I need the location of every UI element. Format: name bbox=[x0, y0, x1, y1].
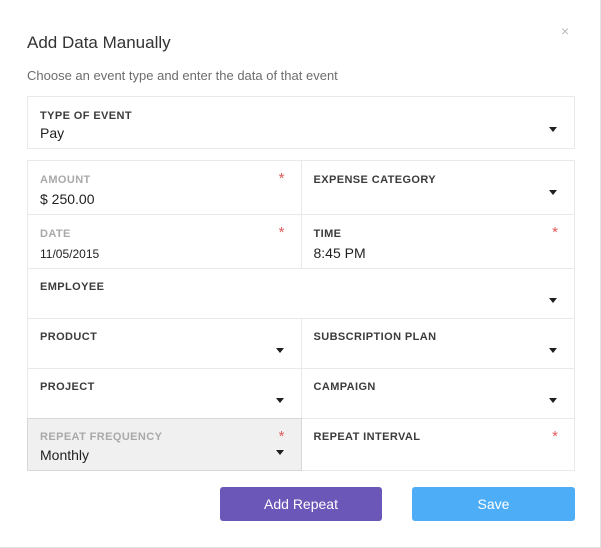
chevron-down-icon bbox=[275, 348, 284, 353]
required-marker: * bbox=[278, 224, 285, 241]
save-button[interactable]: Save bbox=[412, 487, 575, 521]
required-marker: * bbox=[278, 170, 285, 187]
expense-category-label: EXPENSE CATEGORY bbox=[313, 174, 437, 186]
repeat-frequency-value: Monthly bbox=[40, 447, 90, 463]
modal-subtitle: Choose an event type and enter the data … bbox=[27, 68, 338, 83]
chevron-down-icon bbox=[549, 190, 557, 195]
product-label: PRODUCT bbox=[40, 331, 98, 343]
row-employee: EMPLOYEE bbox=[27, 268, 575, 319]
row-project-campaign: PROJECT CAMPAIGN bbox=[27, 368, 575, 419]
type-of-event-value: Pay bbox=[40, 125, 65, 141]
required-marker: * bbox=[552, 428, 558, 445]
time-value: 8:45 PM bbox=[313, 245, 366, 261]
chevron-down-icon bbox=[275, 450, 284, 455]
type-of-event-select[interactable]: TYPE OF EVENT Pay bbox=[27, 96, 575, 149]
subscription-plan-label: SUBSCRIPTION PLAN bbox=[313, 331, 437, 343]
required-marker: * bbox=[552, 224, 558, 241]
add-data-modal: × Add Data Manually Choose an event type… bbox=[0, 0, 601, 548]
repeat-frequency-label: REPEAT FREQUENCY bbox=[40, 431, 163, 443]
expense-category-select[interactable]: EXPENSE CATEGORY bbox=[301, 160, 575, 215]
repeat-interval-label: REPEAT INTERVAL bbox=[313, 431, 421, 443]
employee-select[interactable]: EMPLOYEE bbox=[27, 268, 575, 319]
time-field[interactable]: TIME * 8:45 PM bbox=[301, 214, 575, 269]
row-amount-expense: AMOUNT * $ 250.00 EXPENSE CATEGORY bbox=[27, 160, 575, 215]
product-select[interactable]: PRODUCT bbox=[27, 318, 302, 369]
repeat-interval-field[interactable]: REPEAT INTERVAL * bbox=[301, 418, 575, 471]
row-product-subscription: PRODUCT SUBSCRIPTION PLAN bbox=[27, 318, 575, 369]
chevron-down-icon bbox=[549, 348, 557, 353]
repeat-frequency-select[interactable]: REPEAT FREQUENCY * Monthly bbox=[27, 418, 302, 471]
chevron-down-icon bbox=[549, 298, 557, 303]
row-type-of-event: TYPE OF EVENT Pay bbox=[27, 96, 575, 149]
subscription-plan-select[interactable]: SUBSCRIPTION PLAN bbox=[301, 318, 575, 369]
project-select[interactable]: PROJECT bbox=[27, 368, 302, 419]
chevron-down-icon bbox=[275, 398, 284, 403]
amount-label: AMOUNT bbox=[40, 174, 91, 186]
required-marker: * bbox=[278, 428, 285, 445]
row-date-time: DATE * 11/05/2015 TIME * 8:45 PM bbox=[27, 214, 575, 269]
type-of-event-label: TYPE OF EVENT bbox=[40, 110, 132, 122]
chevron-down-icon bbox=[549, 127, 557, 132]
amount-value: $ 250.00 bbox=[40, 191, 95, 207]
time-label: TIME bbox=[313, 228, 342, 240]
close-icon[interactable]: × bbox=[561, 24, 569, 38]
employee-label: EMPLOYEE bbox=[40, 281, 105, 293]
campaign-select[interactable]: CAMPAIGN bbox=[301, 368, 575, 419]
date-label: DATE bbox=[40, 228, 71, 240]
chevron-down-icon bbox=[549, 398, 557, 403]
add-repeat-button[interactable]: Add Repeat bbox=[220, 487, 382, 521]
date-value: 11/05/2015 bbox=[40, 247, 100, 261]
campaign-label: CAMPAIGN bbox=[313, 381, 376, 393]
row-repeat: REPEAT FREQUENCY * Monthly REPEAT INTERV… bbox=[27, 418, 575, 471]
modal-title: Add Data Manually bbox=[27, 33, 171, 52]
amount-field[interactable]: AMOUNT * $ 250.00 bbox=[27, 160, 302, 215]
project-label: PROJECT bbox=[40, 381, 95, 393]
date-field[interactable]: DATE * 11/05/2015 bbox=[27, 214, 302, 269]
